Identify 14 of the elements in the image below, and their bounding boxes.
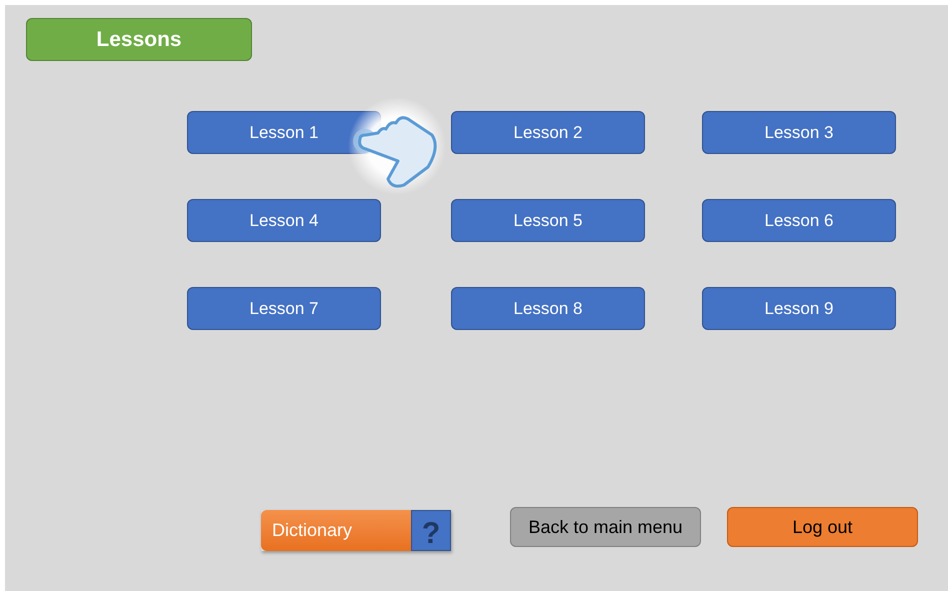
- lesson-button[interactable]: Lesson 7: [187, 287, 381, 330]
- back-to-main-menu-button[interactable]: Back to main menu: [510, 507, 701, 547]
- log-out-button[interactable]: Log out: [727, 507, 918, 547]
- pointing-hand-icon: [348, 97, 446, 195]
- lesson-button[interactable]: Lesson 8: [451, 287, 645, 330]
- dictionary-button[interactable]: Dictionary: [261, 510, 411, 551]
- lesson-button[interactable]: Lesson 9: [702, 287, 896, 330]
- lesson-button[interactable]: Lesson 4: [187, 199, 381, 242]
- lesson-button[interactable]: Lesson 5: [451, 199, 645, 242]
- lesson-button[interactable]: Lesson 6: [702, 199, 896, 242]
- lesson-button[interactable]: Lesson 2: [451, 111, 645, 154]
- title-banner: Lessons: [26, 18, 252, 61]
- help-button[interactable]: ?: [411, 510, 451, 551]
- lesson-button[interactable]: Lesson 3: [702, 111, 896, 154]
